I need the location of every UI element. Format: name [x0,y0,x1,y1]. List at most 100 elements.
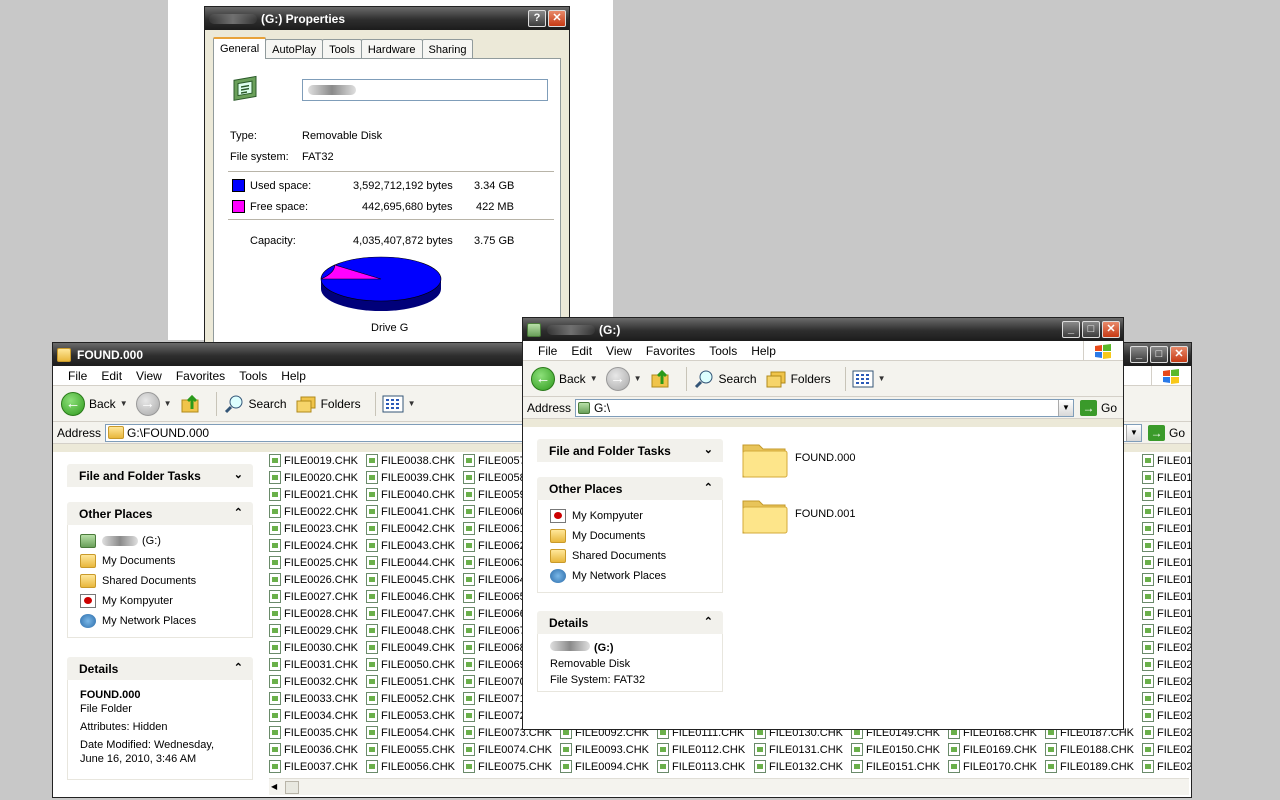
file-item[interactable]: FILE02 [1142,673,1191,690]
place-shared-documents[interactable]: Shared Documents [80,571,240,591]
file-item[interactable]: FILE0051.CHK [366,673,455,690]
menu-tools[interactable]: Tools [702,344,744,358]
drive-g-titlebar[interactable]: (G:) _ □ ✕ [523,318,1123,341]
place-network[interactable]: My Network Places [80,611,240,631]
tab-hardware[interactable]: Hardware [360,39,423,59]
panel-header[interactable]: Details ⌃ [67,657,253,680]
file-item[interactable]: FILE0054.CHK [366,724,455,741]
menu-file[interactable]: File [531,344,564,358]
file-item[interactable]: FILE0189.CHK [1045,758,1134,775]
file-item[interactable]: FILE0039.CHK [366,469,455,486]
file-item[interactable]: FILE0169.CHK [948,741,1037,758]
scroll-left-arrow-icon[interactable]: ◀ [271,782,277,791]
file-item[interactable]: FILE02 [1142,741,1191,758]
menu-view[interactable]: View [129,369,169,383]
file-item[interactable]: FILE0112.CHK [657,741,745,758]
file-item[interactable]: FILE0030.CHK [269,639,358,656]
file-item[interactable]: FILE01 [1142,571,1191,588]
file-item[interactable]: FILE02 [1142,656,1191,673]
help-button[interactable]: ? [528,10,546,27]
file-item[interactable]: FILE0034.CHK [269,707,358,724]
file-item[interactable]: FILE0041.CHK [366,503,455,520]
properties-titlebar[interactable]: (G:) Properties ? ✕ [205,7,569,30]
tab-tools[interactable]: Tools [322,39,362,59]
file-item[interactable]: FILE0032.CHK [269,673,358,690]
file-item[interactable]: FILE0188.CHK [1045,741,1134,758]
panel-header[interactable]: Other Places ⌃ [67,502,253,525]
file-item[interactable]: FILE0047.CHK [366,605,455,622]
file-item[interactable]: FILE02 [1142,639,1191,656]
file-item[interactable]: FILE0037.CHK [269,758,358,775]
go-button[interactable]: → Go [1079,399,1117,416]
close-button[interactable]: ✕ [1102,321,1120,338]
file-item[interactable]: FILE0025.CHK [269,554,358,571]
scrollbar-thumb[interactable] [285,781,299,794]
place-my-documents[interactable]: My Documents [80,551,240,571]
chevron-down-icon[interactable]: ▼ [1125,424,1141,441]
file-item[interactable]: FILE0132.CHK [754,758,843,775]
file-item[interactable]: FILE0019.CHK [269,452,358,469]
file-item[interactable]: FILE0036.CHK [269,741,358,758]
chevron-down-icon[interactable]: ▼ [634,374,642,383]
back-button[interactable]: ← Back ▼ [531,366,598,391]
file-item[interactable]: FILE0022.CHK [269,503,358,520]
horizontal-scrollbar[interactable]: ◀ [269,778,1189,795]
maximize-button[interactable]: □ [1150,346,1168,363]
place-shared-documents[interactable]: Shared Documents [550,546,710,566]
file-item[interactable]: FILE0020.CHK [269,469,358,486]
file-item[interactable]: FILE01 [1142,503,1191,520]
menu-view[interactable]: View [599,344,639,358]
tab-autoplay[interactable]: AutoPlay [265,39,324,59]
file-item[interactable]: FILE02 [1142,758,1191,775]
forward-button[interactable]: → ▼ [135,391,172,416]
file-item[interactable]: FILE0050.CHK [366,656,455,673]
search-button[interactable]: Search [223,393,287,415]
forward-button[interactable]: → ▼ [605,366,642,391]
menu-edit[interactable]: Edit [94,369,129,383]
chevron-down-icon[interactable]: ▼ [164,399,172,408]
menu-edit[interactable]: Edit [564,344,599,358]
place-network[interactable]: My Network Places [550,566,710,586]
place-my-computer[interactable]: My Kompyuter [80,591,240,611]
menu-favorites[interactable]: Favorites [639,344,702,358]
file-item[interactable]: FILE01 [1142,486,1191,503]
panel-header[interactable]: File and Folder Tasks ⌄ [537,439,723,462]
file-item[interactable]: FILE0150.CHK [851,741,940,758]
file-item[interactable]: FILE0151.CHK [851,758,940,775]
file-item[interactable]: FILE0094.CHK [560,758,649,775]
file-item[interactable]: FILE0131.CHK [754,741,843,758]
place-drive-g[interactable]: (G:) [80,531,240,551]
minimize-button[interactable]: _ [1062,321,1080,338]
views-button[interactable]: ▼ [852,370,886,388]
close-button[interactable]: ✕ [548,10,566,27]
file-item[interactable]: FILE0055.CHK [366,741,455,758]
file-item[interactable]: FILE0029.CHK [269,622,358,639]
file-item[interactable]: FILE02 [1142,622,1191,639]
file-item[interactable]: FILE0074.CHK [463,741,552,758]
file-item[interactable]: FILE01 [1142,452,1191,469]
panel-header[interactable]: Details ⌃ [537,611,723,634]
chevron-down-icon[interactable]: ▼ [120,399,128,408]
file-item[interactable]: FILE01 [1142,520,1191,537]
file-item[interactable]: FILE0031.CHK [269,656,358,673]
menu-file[interactable]: File [61,369,94,383]
up-folder-button[interactable] [650,368,672,390]
file-item[interactable]: FILE01 [1142,469,1191,486]
drive-label-field[interactable] [302,79,548,101]
file-item[interactable]: FILE0170.CHK [948,758,1037,775]
file-item[interactable]: FILE0035.CHK [269,724,358,741]
file-item[interactable]: FILE01 [1142,588,1191,605]
minimize-button[interactable]: _ [1130,346,1148,363]
folders-button[interactable]: Folders [765,369,831,389]
file-item[interactable]: FILE0052.CHK [366,690,455,707]
panel-header[interactable]: File and Folder Tasks ⌄ [67,464,253,487]
file-item[interactable]: FILE0042.CHK [366,520,455,537]
file-item[interactable]: FILE0049.CHK [366,639,455,656]
file-item[interactable]: FILE0021.CHK [269,486,358,503]
chevron-down-icon[interactable]: ▼ [590,374,598,383]
place-my-computer[interactable]: My Kompyuter [550,506,710,526]
file-item[interactable]: FILE0026.CHK [269,571,358,588]
file-item[interactable]: FILE01 [1142,554,1191,571]
folder-found000[interactable]: FOUND.000 [741,437,856,479]
menu-help[interactable]: Help [274,369,313,383]
